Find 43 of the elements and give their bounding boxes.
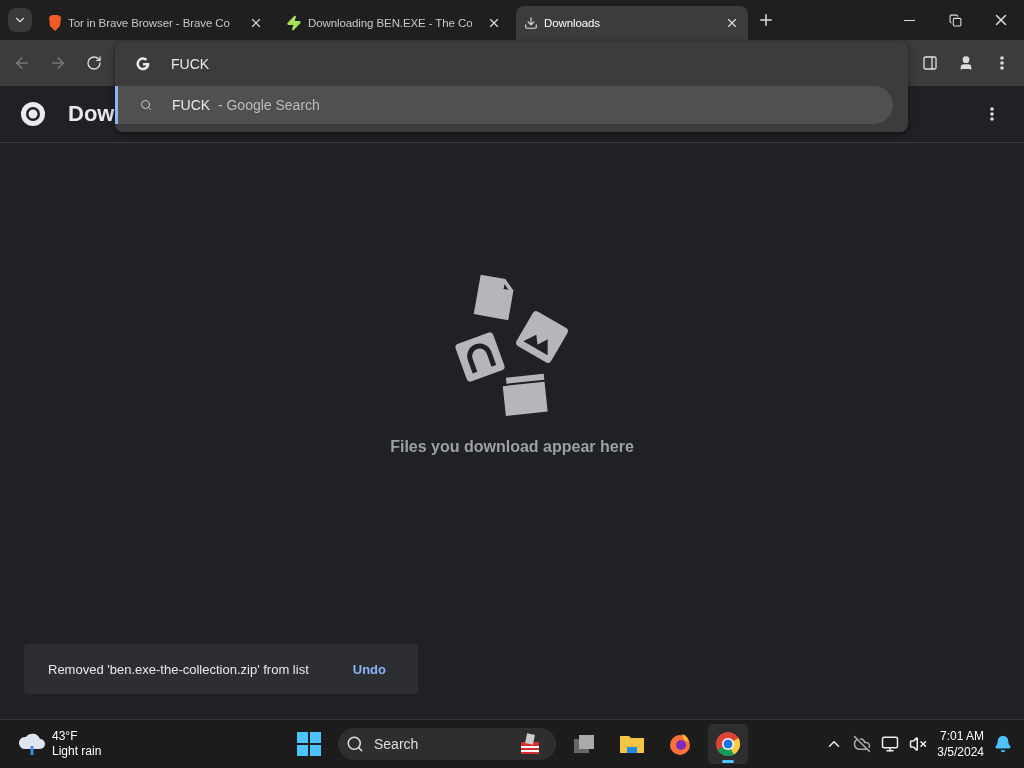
ballot-box-icon xyxy=(518,732,542,756)
empty-state-message: Files you download appear here xyxy=(390,437,634,456)
restore-icon xyxy=(948,13,962,27)
temperature: 43°F xyxy=(52,729,79,744)
windows-icon xyxy=(572,732,596,756)
page-title: Dow xyxy=(68,101,115,127)
close-icon xyxy=(487,16,501,30)
menu-icon xyxy=(990,107,994,121)
start-icon[interactable] xyxy=(296,731,322,757)
arrow-right-icon xyxy=(49,54,67,72)
taskbar-app-button[interactable] xyxy=(708,724,748,764)
shield-icon xyxy=(48,15,62,31)
close-icon xyxy=(249,16,263,30)
cloud-off-icon[interactable] xyxy=(853,735,872,753)
close-icon xyxy=(725,16,739,30)
tab-search-button[interactable] xyxy=(8,8,32,32)
side-panel-icon xyxy=(922,55,938,71)
undo-button[interactable]: Undo xyxy=(344,661,394,677)
plus-icon xyxy=(757,11,775,29)
bolt-icon xyxy=(286,15,302,31)
minimize-icon xyxy=(903,19,915,21)
search-suggestion[interactable]: FUCK - Google Search xyxy=(115,86,893,124)
clock[interactable]: 7:01 AM 3/5/2024 xyxy=(937,728,984,760)
weather-condition: Light rain xyxy=(52,744,102,759)
reload-icon xyxy=(86,55,102,71)
address-field[interactable]: FUCK xyxy=(171,56,210,72)
toast-message: Removed 'ben.exe-the-collection.zip' from list xyxy=(48,661,309,677)
search-icon xyxy=(140,99,152,111)
muted-speaker-icon[interactable] xyxy=(909,735,928,753)
search-icon xyxy=(346,735,364,753)
menu-icon xyxy=(1000,56,1004,70)
browser-tab[interactable]: Downloading BEN.EXE - The Co xyxy=(278,6,510,40)
google-icon xyxy=(135,56,151,72)
browser-tab[interactable]: Downloads xyxy=(516,6,748,40)
rain-cloud-icon xyxy=(18,731,46,757)
chrome-logo xyxy=(20,101,46,127)
chrome-icon xyxy=(715,731,741,757)
firefox-icon xyxy=(668,732,692,756)
notification-icon[interactable] xyxy=(994,735,1012,753)
taskbar-search-field[interactable]: Search xyxy=(338,728,556,760)
person-icon xyxy=(958,55,974,71)
download-icon xyxy=(524,16,538,30)
browser-tab[interactable]: Tor in Brave Browser - Brave Co xyxy=(40,6,272,40)
